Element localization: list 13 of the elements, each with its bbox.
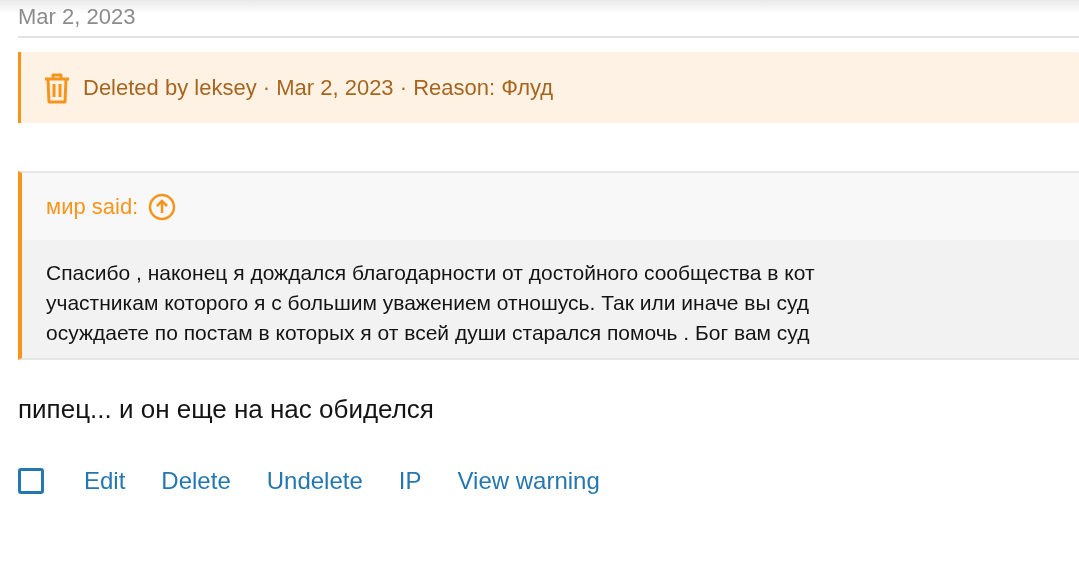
post-message: пипец... и он еще на нас обиделся: [18, 394, 434, 424]
action-link[interactable]: Undelete: [266, 467, 363, 495]
quote-text-line: участникам которого я с большим уважением отношусь. Так или иначе вы суд: [46, 290, 810, 316]
action-link[interactable]: IP: [398, 467, 422, 495]
action-link[interactable]: View warning: [457, 467, 600, 495]
quote-text-line: Спасибо , наконец я дождался благодарности от достойного сообщества в кот: [46, 260, 816, 286]
deletion-info: Deleted by leksey · Mar 2, 2023 · Reason: Флуд: [83, 74, 554, 101]
select-checkbox[interactable]: [18, 468, 44, 494]
post-date: Mar 2, 2023: [18, 4, 136, 29]
quote-text-line: осуждаете по постам в которых я от всей души старался помочь . Бог вам суд: [46, 320, 811, 346]
action-link[interactable]: Edit: [84, 467, 126, 495]
action-link[interactable]: Delete: [161, 467, 231, 495]
trash-icon: [43, 71, 71, 104]
